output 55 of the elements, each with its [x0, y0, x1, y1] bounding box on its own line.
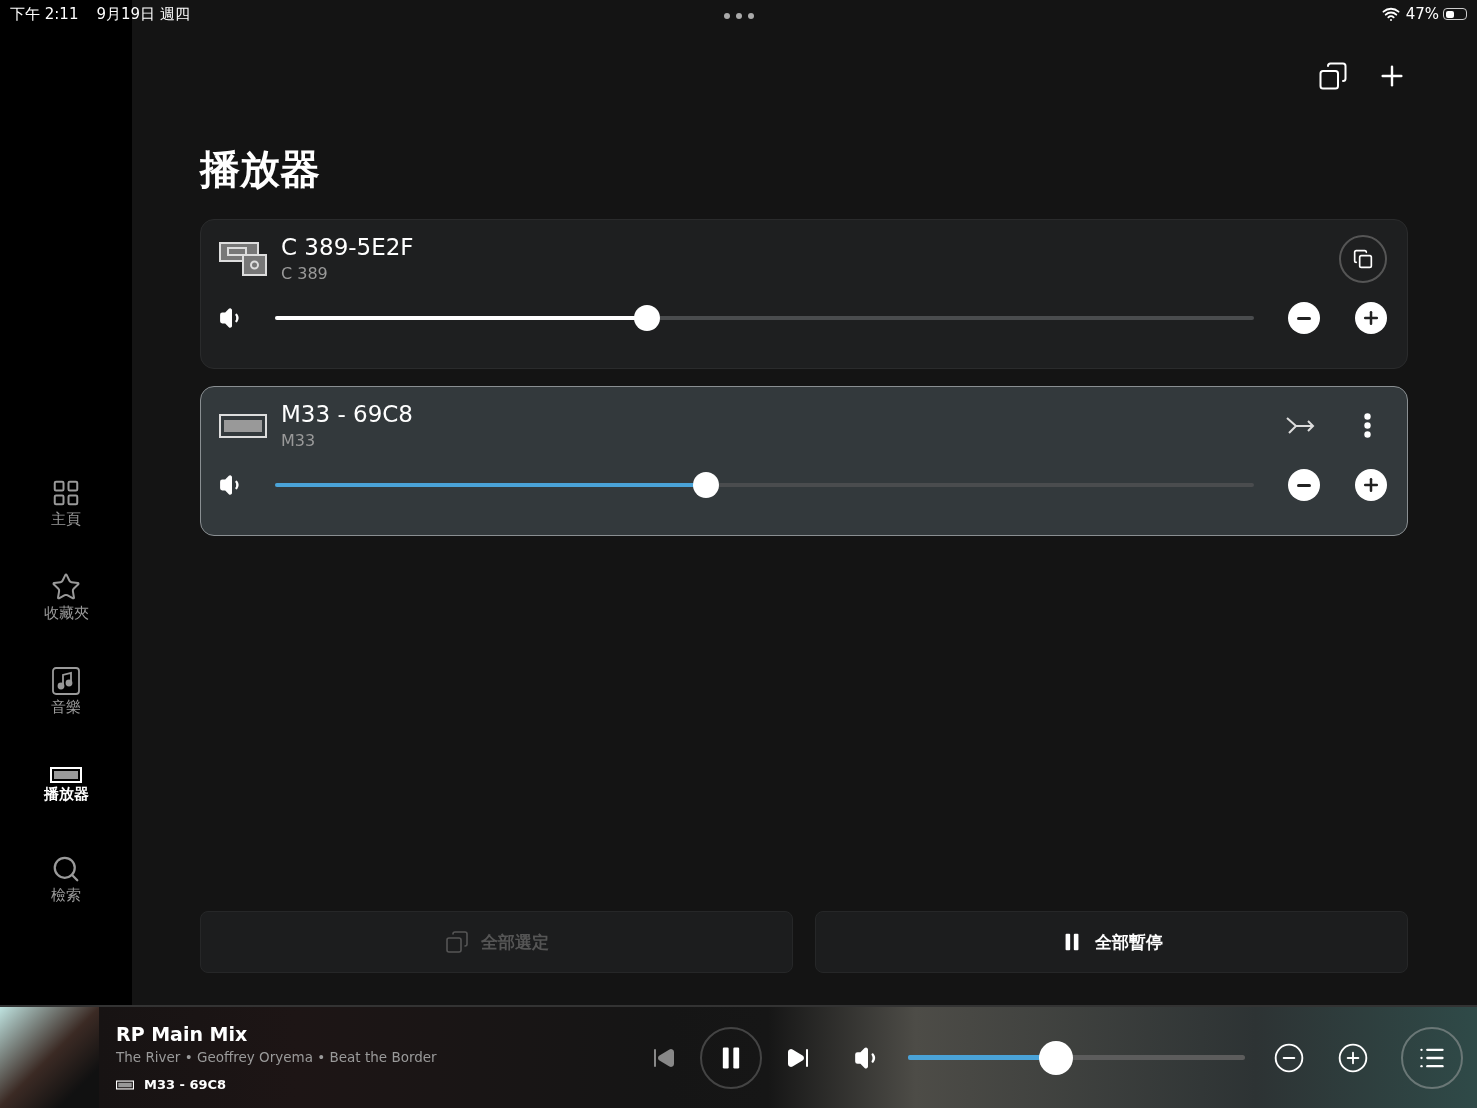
- plus-icon: [1361, 308, 1381, 328]
- battery-percent: 47%: [1405, 5, 1439, 23]
- transfer-button[interactable]: [1286, 415, 1316, 436]
- sidebar-item[interactable]: 主頁: [21, 468, 111, 538]
- sidebar-item[interactable]: 收藏夾: [21, 562, 111, 632]
- volume-slider[interactable]: [908, 1039, 1245, 1076]
- pause-all-button[interactable]: 全部暫停: [815, 911, 1408, 973]
- minus-icon: [1297, 483, 1311, 487]
- sidebar-item[interactable]: 檢索: [21, 844, 111, 914]
- more-icon: [1364, 413, 1371, 438]
- wifi-icon: [1381, 5, 1400, 23]
- amplifier-icon: [219, 241, 267, 276]
- copy-icon: [1318, 61, 1348, 91]
- sidebar-item[interactable]: 音樂: [21, 656, 111, 726]
- more-button[interactable]: [1364, 413, 1371, 438]
- volume-down-button[interactable]: [1273, 1041, 1305, 1074]
- status-date: 9月19日 週四: [96, 4, 190, 24]
- speaker-bar-icon: [219, 413, 267, 438]
- slider-thumb[interactable]: [1039, 1040, 1074, 1075]
- volume-up-button[interactable]: [1337, 1041, 1369, 1074]
- volume-up-button[interactable]: [1355, 469, 1387, 501]
- slider-thumb[interactable]: [692, 472, 719, 498]
- speaker-bar-icon: [116, 1079, 134, 1090]
- battery-icon: [1443, 8, 1467, 20]
- minus-icon: [1297, 316, 1311, 320]
- merge-arrow-icon: [1286, 415, 1316, 436]
- status-time: 下午 2:11: [10, 4, 79, 24]
- multitask-dots-icon: [723, 12, 755, 20]
- group-button[interactable]: [1339, 234, 1387, 283]
- star-icon: [51, 571, 81, 602]
- player-name: M33 - 69C8: [144, 1077, 227, 1092]
- track-title: RP Main Mix: [116, 1023, 249, 1045]
- player-model: C 389: [281, 264, 329, 283]
- copy-icon: [444, 930, 469, 954]
- track-details: The River • Geoffrey Oryema • Beat the Border: [116, 1049, 438, 1065]
- plus-icon: [1361, 475, 1381, 495]
- copy-icon: [1353, 248, 1373, 269]
- queue-button[interactable]: [1401, 1026, 1463, 1089]
- volume-up-button[interactable]: [1355, 302, 1387, 334]
- player-name: C 389-5E2F: [281, 234, 415, 260]
- sidebar-item[interactable]: 播放器: [21, 750, 111, 820]
- player-card[interactable]: M33 - 69C8 M33: [200, 386, 1408, 536]
- volume-down-button[interactable]: [1288, 469, 1320, 501]
- plus-icon: [1337, 1041, 1369, 1074]
- page-title: 播放器: [200, 145, 321, 194]
- slider-thumb[interactable]: [634, 305, 660, 331]
- speaker-bar-icon: [50, 766, 82, 783]
- copy-button[interactable]: [1318, 60, 1348, 92]
- player-card[interactable]: C 389-5E2F C 389: [200, 219, 1408, 369]
- pause-button[interactable]: [700, 1026, 762, 1089]
- player-name: M33 - 69C8: [281, 401, 414, 427]
- music-note-icon: [51, 665, 81, 696]
- minus-icon: [1273, 1041, 1305, 1074]
- player-model: M33: [281, 431, 317, 450]
- volume-down-button[interactable]: [1288, 302, 1320, 334]
